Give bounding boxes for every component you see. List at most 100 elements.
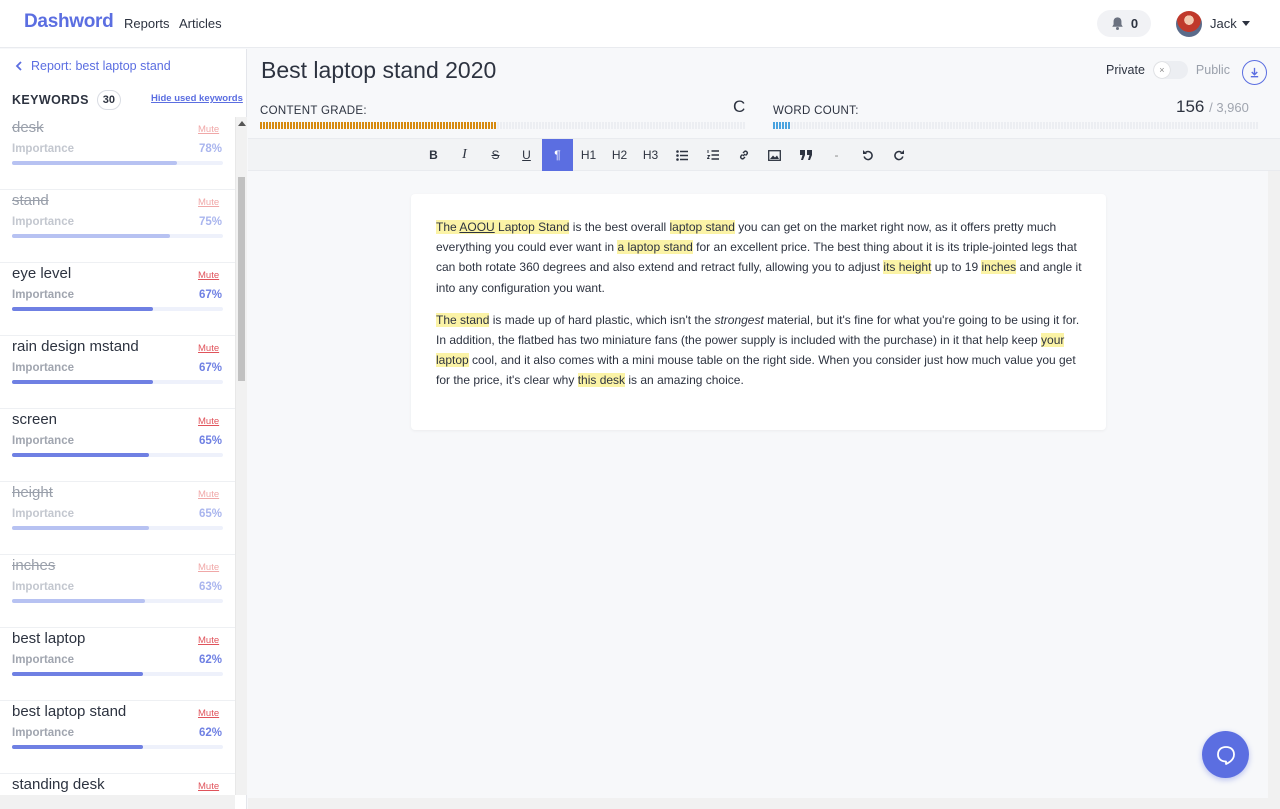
image-button[interactable] [759,139,790,171]
brand-logo[interactable]: Dashword [24,11,114,33]
mute-keyword-button[interactable]: Mute [198,124,219,135]
numbered-list-button[interactable] [697,139,728,171]
bold-button[interactable]: B [418,139,449,171]
document-title[interactable]: Best laptop stand 2020 [261,57,496,84]
paragraph-2[interactable]: The stand is made up of hard plastic, wh… [436,310,1082,391]
heading-2-button[interactable]: H2 [604,139,635,171]
progress-segment [974,122,976,129]
keyword-list[interactable]: desk Mute Importance 78% stand Mute Importance… [0,117,235,795]
progress-segment [1118,122,1120,129]
bulleted-list-button[interactable] [666,139,697,171]
mute-keyword-button[interactable]: Mute [198,197,219,208]
progress-segment [1205,122,1207,129]
download-button[interactable] [1242,60,1267,85]
keyword-item[interactable]: eye level Mute Importance 67% [0,263,235,336]
progress-segment [857,122,859,129]
mute-keyword-button[interactable]: Mute [198,708,219,719]
underline-button[interactable]: U [511,139,542,171]
progress-segment [563,122,565,129]
progress-segment [731,122,733,129]
importance-bar-fill [12,745,143,749]
notifications-button[interactable]: 0 [1097,10,1151,37]
progress-segment [692,122,694,129]
progress-segment [740,122,742,129]
italic-button[interactable]: I [449,139,480,171]
back-to-report-link[interactable]: Report: best laptop stand [15,59,171,73]
progress-segment [311,122,313,129]
sidebar-horizontal-scrollbar[interactable] [0,795,235,809]
paragraph-button[interactable]: ¶ [542,139,573,171]
progress-segment [1244,122,1246,129]
mute-keyword-button[interactable]: Mute [198,270,219,281]
scroll-up-arrow-icon[interactable] [238,121,246,126]
sidebar-scroll-thumb[interactable] [238,177,245,381]
editor-horizontal-scrollbar[interactable] [248,798,1280,809]
progress-segment [1175,122,1177,129]
progress-segment [890,122,892,129]
heading-1-button[interactable]: H1 [573,139,604,171]
importance-value: 67% [199,289,223,301]
progress-segment [326,122,328,129]
editor-scrollbar[interactable] [1268,171,1280,798]
mute-keyword-button[interactable]: Mute [198,562,219,573]
progress-segment [653,122,655,129]
keyword-name: inches [12,557,56,574]
progress-segment [674,122,676,129]
progress-segment [1250,122,1252,129]
keyword-item[interactable]: height Mute Importance 65% [0,482,235,555]
nav-reports[interactable]: Reports [124,16,170,31]
progress-segment [1160,122,1162,129]
undo-button[interactable] [852,139,883,171]
progress-segment [473,122,475,129]
user-name[interactable]: Jack [1210,16,1237,31]
sidebar-scrollbar[interactable] [235,117,247,795]
paragraph-1[interactable]: The AOOU Laptop Stand is the best overal… [436,217,1082,298]
strikethrough-button[interactable]: S [480,139,511,171]
editor-content[interactable]: The AOOU Laptop Stand is the best overal… [411,194,1106,430]
visibility-toggle[interactable]: × [1152,61,1188,79]
mute-keyword-button[interactable]: Mute [198,343,219,354]
editor-area[interactable]: The AOOU Laptop Stand is the best overal… [248,171,1280,798]
progress-segment [470,122,472,129]
progress-segment [521,122,523,129]
importance-bar-fill [12,161,177,165]
nav-articles[interactable]: Articles [179,16,222,31]
content-grade-bar [260,122,745,129]
progress-segment [542,122,544,129]
keyword-item[interactable]: desk Mute Importance 78% [0,117,235,190]
progress-segment [1001,122,1003,129]
keyword-item[interactable]: inches Mute Importance 63% [0,555,235,628]
keyword-item[interactable]: standing deskMuteImportance [0,774,235,795]
progress-segment [959,122,961,129]
visibility-toggle-group: Private × Public [1106,61,1230,79]
keyword-item[interactable]: stand Mute Importance 75% [0,190,235,263]
link-button[interactable] [728,139,759,171]
progress-segment [1121,122,1123,129]
avatar[interactable] [1176,11,1202,37]
keyword-item[interactable]: best laptop stand Mute Importance 62% [0,701,235,774]
keyword-item[interactable]: screen Mute Importance 65% [0,409,235,482]
redo-button[interactable] [883,139,914,171]
progress-segment [1214,122,1216,129]
progress-segment [986,122,988,129]
mute-keyword-button[interactable]: Mute [198,416,219,427]
mute-keyword-button[interactable]: Mute [198,781,219,792]
help-chat-button[interactable] [1202,731,1249,778]
heading-3-button[interactable]: H3 [635,139,666,171]
divider-button[interactable]: - [821,139,852,171]
mute-keyword-button[interactable]: Mute [198,489,219,500]
progress-segment [575,122,577,129]
importance-bar [12,161,223,165]
mute-keyword-button[interactable]: Mute [198,635,219,646]
progress-segment [956,122,958,129]
progress-segment [917,122,919,129]
progress-segment [1184,122,1186,129]
progress-segment [638,122,640,129]
keyword-item[interactable]: rain design mstand Mute Importance 67% [0,336,235,409]
quote-button[interactable] [790,139,821,171]
progress-segment [842,122,844,129]
chevron-down-icon[interactable] [1242,21,1250,26]
keyword-item[interactable]: best laptop Mute Importance 62% [0,628,235,701]
hide-used-keywords-link[interactable]: Hide used keywords [151,93,243,104]
progress-segment [1109,122,1111,129]
